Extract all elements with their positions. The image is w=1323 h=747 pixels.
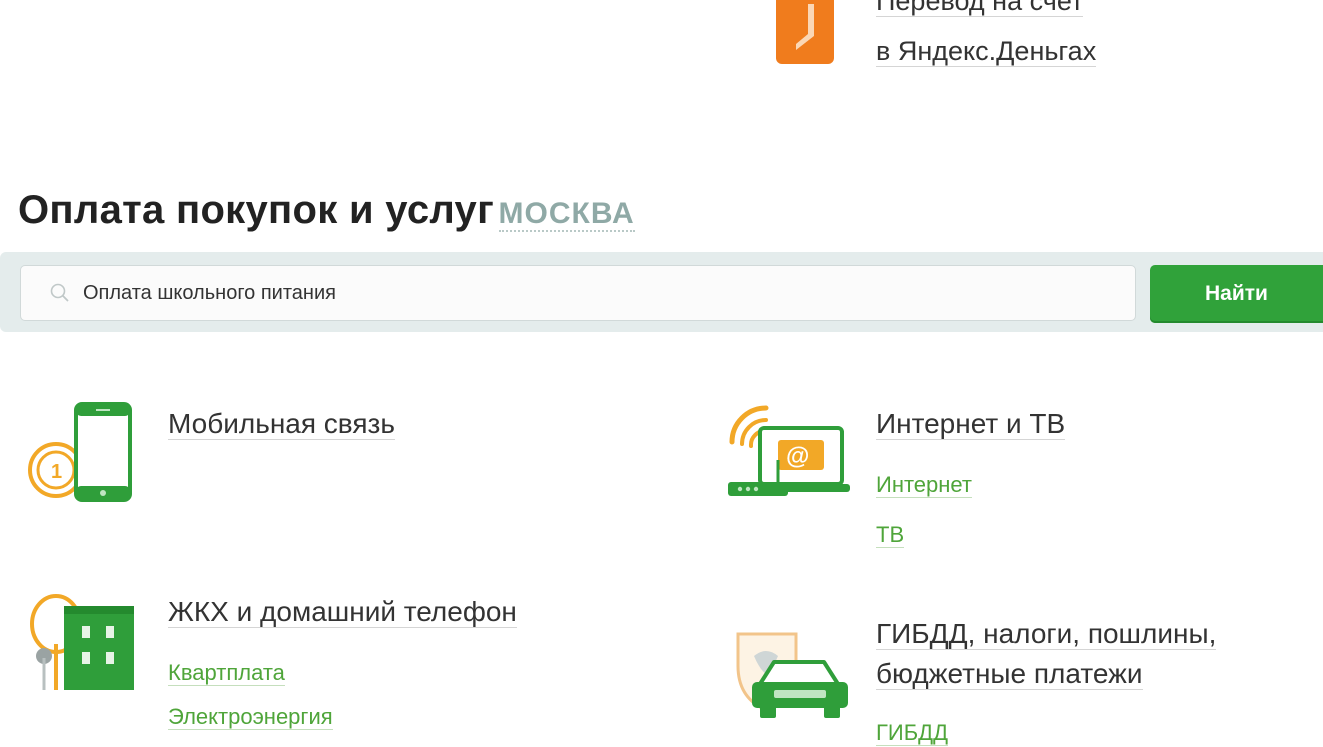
tv-link[interactable]: ТВ	[876, 522, 905, 548]
category-gibdd[interactable]: ГИБДД, налоги, пошлины, бюджетные платеж…	[730, 612, 1290, 747]
car-shield-icon	[736, 632, 848, 718]
internet-tv-icon: @	[728, 405, 850, 496]
yandex-money-icon	[776, 0, 834, 64]
category-internet-tv[interactable]: @ Интернет и ТВ Интернет ТВ	[726, 400, 1286, 560]
find-button[interactable]: Найти	[1150, 265, 1323, 323]
category-housing[interactable]: ЖКХ и домашний телефон Квартплата Электр…	[20, 592, 580, 742]
yandex-money-title-line2[interactable]: в Яндекс.Деньгах	[876, 36, 1097, 67]
internet-link[interactable]: Интернет	[876, 472, 972, 498]
city-selector[interactable]: МОСКВА	[498, 197, 635, 232]
search-field[interactable]	[20, 265, 1136, 321]
section-header: Оплата покупок и услуг МОСКВА	[18, 188, 635, 233]
gibdd-link[interactable]: ГИБДД	[876, 720, 948, 746]
svg-text:@: @	[786, 443, 809, 470]
search-input[interactable]	[83, 266, 1123, 320]
rent-link[interactable]: Квартплата	[168, 660, 285, 686]
house-icon	[30, 594, 134, 690]
svg-text:1: 1	[51, 461, 62, 483]
category-internet-tv-title[interactable]: Интернет и ТВ	[876, 408, 1066, 440]
category-mobile[interactable]: 1 Мобильная связь	[20, 400, 580, 520]
search-icon	[50, 283, 69, 302]
category-mobile-title[interactable]: Мобильная связь	[168, 408, 395, 440]
category-gibdd-title-line1[interactable]: ГИБДД, налоги, пошлины,	[876, 618, 1217, 650]
yandex-money-item[interactable]: Перевод на счет в Яндекс.Деньгах	[774, 0, 1194, 80]
mobile-phone-icon: 1	[28, 402, 132, 502]
page-title: Оплата покупок и услуг	[18, 188, 495, 232]
category-housing-title[interactable]: ЖКХ и домашний телефон	[168, 596, 517, 628]
category-gibdd-title-line2[interactable]: бюджетные платежи	[876, 658, 1143, 690]
yandex-money-title-line1: Перевод на счет	[876, 0, 1084, 17]
electricity-link[interactable]: Электроэнергия	[168, 704, 333, 730]
